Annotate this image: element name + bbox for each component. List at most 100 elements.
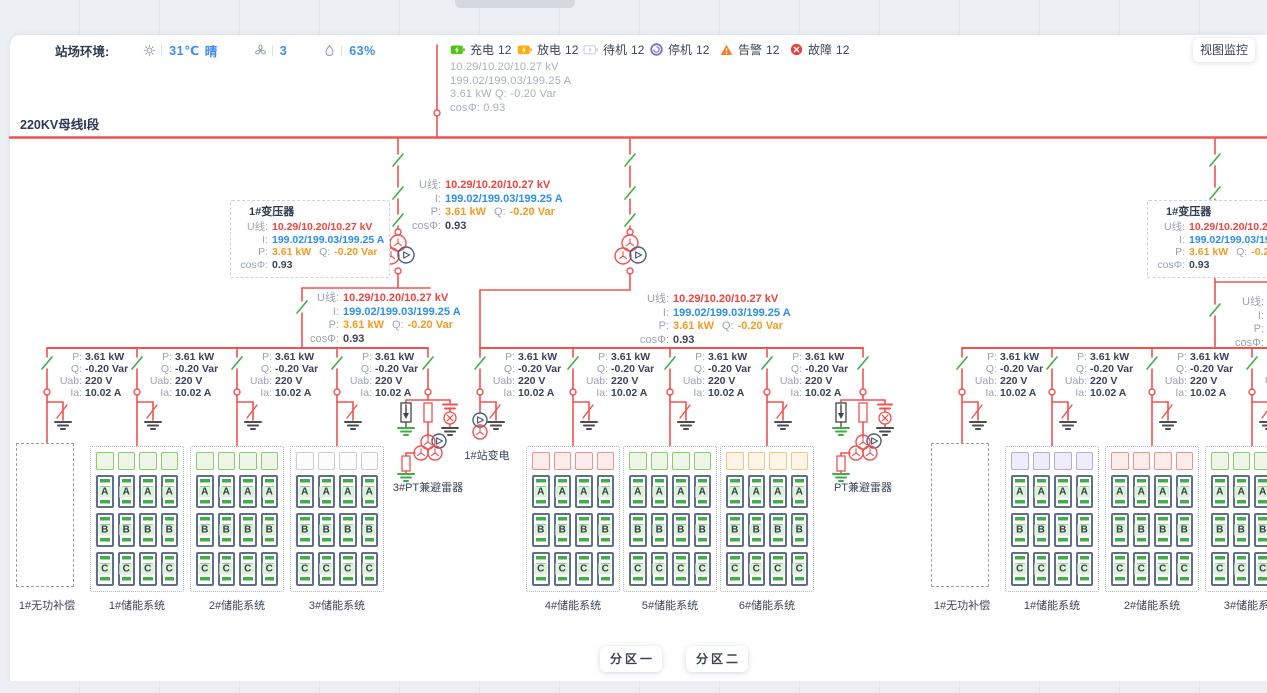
storage-system[interactable]: AAAABBBBCCCC — [526, 446, 620, 592]
battery-cluster-c[interactable]: C — [196, 552, 214, 586]
battery-cluster-c[interactable]: C — [1111, 552, 1129, 586]
battery-cluster-a[interactable]: A — [296, 475, 314, 508]
battery-cluster-b[interactable]: B — [296, 513, 314, 547]
battery-cluster-b[interactable]: B — [1011, 513, 1029, 547]
battery-cluster-c[interactable]: C — [361, 552, 379, 586]
battery-cluster-c[interactable]: C — [118, 552, 136, 586]
legend-item-discharge[interactable]: 放电12 — [517, 41, 578, 58]
reactive-compensation-box[interactable] — [16, 443, 74, 587]
legend-item-charge[interactable]: 充电12 — [450, 41, 511, 58]
battery-cluster-c[interactable]: C — [261, 552, 279, 586]
battery-cluster-c[interactable]: C — [575, 552, 593, 586]
battery-cluster-c[interactable]: C — [597, 552, 615, 586]
battery-cluster-a[interactable]: A — [651, 475, 669, 508]
battery-cluster-a[interactable]: A — [361, 475, 379, 508]
battery-cluster-a[interactable]: A — [1233, 475, 1251, 508]
battery-cluster-b[interactable]: B — [791, 513, 809, 547]
storage-system[interactable]: AAAABBBBCCCC — [1205, 446, 1267, 592]
battery-cluster-a[interactable]: A — [748, 475, 766, 508]
battery-cluster-c[interactable]: C — [769, 552, 787, 586]
battery-cluster-b[interactable]: B — [726, 513, 744, 547]
battery-cluster-a[interactable]: A — [694, 475, 712, 508]
battery-cluster-c[interactable]: C — [791, 552, 809, 586]
battery-cluster-c[interactable]: C — [96, 552, 114, 586]
battery-cluster-c[interactable]: C — [672, 552, 690, 586]
battery-cluster-c[interactable]: C — [651, 552, 669, 586]
battery-cluster-b[interactable]: B — [1233, 513, 1251, 547]
battery-cluster-c[interactable]: C — [532, 552, 550, 586]
battery-cluster-a[interactable]: A — [1111, 475, 1129, 508]
battery-cluster-c[interactable]: C — [726, 552, 744, 586]
battery-cluster-c[interactable]: C — [318, 552, 336, 586]
battery-cluster-a[interactable]: A — [139, 475, 157, 508]
battery-cluster-b[interactable]: B — [575, 513, 593, 547]
battery-cluster-a[interactable]: A — [1133, 475, 1151, 508]
storage-system[interactable]: AAAABBBBCCCC — [1005, 446, 1099, 592]
battery-cluster-b[interactable]: B — [629, 513, 647, 547]
battery-cluster-a[interactable]: A — [769, 475, 787, 508]
battery-cluster-c[interactable]: C — [554, 552, 572, 586]
battery-cluster-b[interactable]: B — [1133, 513, 1151, 547]
battery-cluster-b[interactable]: B — [651, 513, 669, 547]
battery-cluster-c[interactable]: C — [139, 552, 157, 586]
legend-item-fault[interactable]: 故障12 — [790, 41, 849, 58]
legend-item-stop[interactable]: 停机12 — [650, 41, 709, 58]
storage-system[interactable]: AAAABBBBCCCC — [190, 446, 284, 592]
battery-cluster-a[interactable]: A — [532, 475, 550, 508]
battery-cluster-a[interactable]: A — [726, 475, 744, 508]
battery-cluster-a[interactable]: A — [554, 475, 572, 508]
battery-cluster-a[interactable]: A — [239, 475, 257, 508]
battery-cluster-a[interactable]: A — [218, 475, 236, 508]
battery-cluster-c[interactable]: C — [161, 552, 179, 586]
battery-cluster-b[interactable]: B — [161, 513, 179, 547]
battery-cluster-a[interactable]: A — [629, 475, 647, 508]
battery-cluster-c[interactable]: C — [339, 552, 357, 586]
battery-cluster-a[interactable]: A — [1254, 475, 1267, 508]
storage-system[interactable]: AAAABBBBCCCC — [90, 446, 184, 592]
battery-cluster-a[interactable]: A — [1076, 475, 1094, 508]
storage-system[interactable]: AAAABBBBCCCC — [1105, 446, 1199, 592]
battery-cluster-b[interactable]: B — [361, 513, 379, 547]
battery-cluster-b[interactable]: B — [1254, 513, 1267, 547]
battery-cluster-c[interactable]: C — [218, 552, 236, 586]
battery-cluster-b[interactable]: B — [196, 513, 214, 547]
battery-cluster-b[interactable]: B — [748, 513, 766, 547]
battery-cluster-b[interactable]: B — [532, 513, 550, 547]
battery-cluster-c[interactable]: C — [629, 552, 647, 586]
battery-cluster-c[interactable]: C — [1033, 552, 1051, 586]
zone-one-button[interactable]: 分区一 — [600, 646, 662, 672]
battery-cluster-a[interactable]: A — [1211, 475, 1229, 508]
battery-cluster-b[interactable]: B — [318, 513, 336, 547]
storage-system[interactable]: AAAABBBBCCCC — [720, 446, 814, 592]
battery-cluster-b[interactable]: B — [1054, 513, 1072, 547]
battery-cluster-c[interactable]: C — [1011, 552, 1029, 586]
battery-cluster-b[interactable]: B — [1176, 513, 1194, 547]
legend-item-standby[interactable]: 待机12 — [583, 41, 644, 58]
battery-cluster-a[interactable]: A — [261, 475, 279, 508]
battery-cluster-a[interactable]: A — [161, 475, 179, 508]
battery-cluster-a[interactable]: A — [1011, 475, 1029, 508]
battery-cluster-a[interactable]: A — [1176, 475, 1194, 508]
battery-cluster-c[interactable]: C — [1233, 552, 1251, 586]
zone-two-button[interactable]: 分区二 — [686, 646, 748, 672]
battery-cluster-b[interactable]: B — [597, 513, 615, 547]
battery-cluster-c[interactable]: C — [1076, 552, 1094, 586]
battery-cluster-c[interactable]: C — [1054, 552, 1072, 586]
battery-cluster-a[interactable]: A — [1154, 475, 1172, 508]
battery-cluster-c[interactable]: C — [239, 552, 257, 586]
storage-system[interactable]: AAAABBBBCCCC — [290, 446, 384, 592]
battery-cluster-c[interactable]: C — [694, 552, 712, 586]
battery-cluster-b[interactable]: B — [1033, 513, 1051, 547]
battery-cluster-b[interactable]: B — [554, 513, 572, 547]
battery-cluster-a[interactable]: A — [318, 475, 336, 508]
battery-cluster-c[interactable]: C — [1154, 552, 1172, 586]
battery-cluster-a[interactable]: A — [575, 475, 593, 508]
battery-cluster-a[interactable]: A — [1054, 475, 1072, 508]
battery-cluster-c[interactable]: C — [1133, 552, 1151, 586]
battery-cluster-c[interactable]: C — [1254, 552, 1267, 586]
battery-cluster-b[interactable]: B — [218, 513, 236, 547]
battery-cluster-b[interactable]: B — [96, 513, 114, 547]
battery-cluster-b[interactable]: B — [261, 513, 279, 547]
battery-cluster-c[interactable]: C — [748, 552, 766, 586]
battery-cluster-b[interactable]: B — [672, 513, 690, 547]
